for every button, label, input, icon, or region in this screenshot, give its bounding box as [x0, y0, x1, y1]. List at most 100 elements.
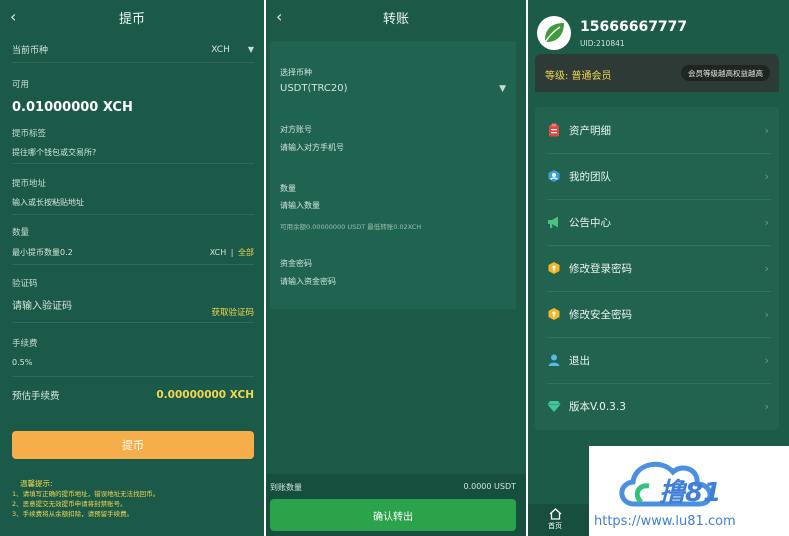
user-uid: UID:210841 — [580, 39, 625, 48]
tab-home[interactable]: 首页 — [548, 508, 562, 531]
menu-item-team[interactable]: 我的团队 › — [535, 153, 779, 199]
transfer-header: ‹ 转账 — [266, 0, 526, 34]
est-fee-row: 预估手续费 0.00000000 XCH — [12, 388, 254, 402]
tips-title: 温馨提示: — [20, 479, 53, 488]
fee-value: 0.5% — [12, 358, 33, 367]
account-label: 对方账号 — [280, 125, 312, 134]
menu-item-label: 版本V.0.3.3 — [569, 400, 626, 413]
qty-label: 数量 — [12, 228, 30, 238]
get-code-button[interactable]: 获取验证码 — [12, 306, 254, 318]
qty-row: 最小提币数量0.2 XCH | 全部 — [12, 247, 254, 258]
divider — [12, 264, 254, 265]
est-fee-label: 预估手续费 — [12, 391, 60, 402]
chevron-right-icon: › — [764, 123, 769, 137]
clipboard-icon — [547, 123, 561, 137]
back-icon[interactable]: ‹ — [10, 7, 16, 26]
menu-item-label: 资产明细 — [569, 124, 611, 137]
back-icon[interactable]: ‹ — [276, 7, 282, 26]
qty-unit: XCH — [209, 248, 227, 257]
menu-item-version[interactable]: 版本V.0.3.3 › — [535, 383, 779, 429]
divider — [12, 62, 254, 63]
transfer-panel: ‹ 转账 选择币种 USDT(TRC20) ▼ 对方账号 请输入对方手机号 数量… — [266, 0, 526, 536]
menu-item-assets[interactable]: 资产明细 › — [535, 107, 779, 153]
qty-label: 数量 — [280, 184, 296, 193]
tip-item: 3、手续费将从余额扣除，请预留手续费。 — [12, 510, 134, 518]
divider — [12, 376, 254, 377]
current-coin-label: 当前币种 — [12, 46, 49, 56]
withdraw-submit-button[interactable]: 提币 — [12, 431, 254, 459]
coin-select[interactable]: USDT(TRC20) ▼ — [280, 83, 506, 94]
confirm-transfer-button[interactable]: 确认转出 — [270, 499, 516, 531]
caret-down-icon: ▼ — [247, 45, 254, 54]
user-icon — [547, 353, 561, 367]
level-label: 等级: 普通会员 — [545, 71, 612, 82]
pwd-input[interactable]: 请输入资金密码 — [280, 276, 506, 287]
chevron-right-icon: › — [764, 353, 769, 367]
watermark-url: https://www.lu81.com — [594, 514, 736, 529]
diamond-icon — [547, 399, 561, 413]
tag-input[interactable]: 提往哪个钱包或交易所? — [12, 147, 254, 158]
level-card: 等级: 普通会员 会员等级越高权益越高 — [535, 54, 779, 92]
transfer-form: 选择币种 USDT(TRC20) ▼ 对方账号 请输入对方手机号 数量 请输入数… — [270, 41, 516, 309]
chevron-right-icon: › — [764, 307, 769, 321]
tip-item: 1、请填写正确的提币地址，错误地址无法找回币。 — [12, 490, 160, 498]
withdraw-panel: ‹ 提币 当前币种 XCH ▼ 可用 0.01000000 XCH 提币标签 提… — [0, 0, 264, 536]
arrive-row: 到账数量 0.0000 USDT — [270, 482, 516, 493]
menu-item-label: 我的团队 — [569, 170, 611, 183]
shield-key-icon — [547, 261, 561, 275]
qty-input[interactable]: 请输入数量 — [280, 200, 506, 211]
tips-block: 温馨提示: 1、请填写正确的提币地址，错误地址无法找回币。 2、恶意提交无效提币… — [12, 479, 159, 519]
menu-item-announcements[interactable]: 公告中心 › — [535, 199, 779, 245]
menu-item-security-password[interactable]: 修改安全密码 › — [535, 291, 779, 337]
megaphone-icon — [547, 215, 561, 229]
current-coin-value: XCH — [211, 44, 230, 55]
team-icon — [547, 169, 561, 183]
fee-label: 手续费 — [12, 339, 38, 349]
leaf-logo-icon — [545, 23, 564, 42]
qty-all-button[interactable]: 全部 — [238, 248, 254, 257]
qty-hint: 可用余额0.00000000 USDT 最低转账0.02XCH — [280, 223, 422, 231]
divider — [12, 163, 254, 164]
page-title: 转账 — [382, 11, 409, 27]
available-label: 可用 — [12, 80, 30, 90]
page-title: 提币 — [118, 11, 145, 27]
coin-select[interactable]: 当前币种 XCH ▼ — [12, 43, 254, 57]
chevron-right-icon: › — [764, 261, 769, 275]
menu-item-label: 公告中心 — [569, 216, 611, 229]
level-benefit-button[interactable]: 会员等级越高权益越高 — [681, 65, 770, 81]
est-fee-value: 0.00000000 XCH — [156, 389, 254, 401]
coin-value: USDT(TRC20) — [280, 83, 348, 94]
watermark-brand: 撸81 — [659, 478, 722, 508]
tab-home-label: 首页 — [548, 522, 562, 530]
arrive-label: 到账数量 — [270, 483, 302, 492]
profile-menu: 资产明细 › 我的团队 › 公告中心 › 修改登录密码 › 修改安全密码 › 退… — [535, 107, 779, 430]
watermark: 撸81 https://www.lu81.com — [589, 446, 789, 536]
available-value: 0.01000000 XCH — [12, 100, 133, 115]
chevron-right-icon: › — [764, 399, 769, 413]
coin-label: 选择币种 — [280, 68, 312, 77]
divider — [12, 322, 254, 323]
menu-item-logout[interactable]: 退出 › — [535, 337, 779, 383]
pwd-label: 资金密码 — [280, 259, 312, 268]
chevron-right-icon: › — [764, 215, 769, 229]
user-phone: 15666667777 — [580, 19, 688, 35]
home-icon — [549, 508, 561, 520]
caret-down-icon: ▼ — [499, 83, 506, 94]
code-label: 验证码 — [12, 279, 38, 289]
avatar[interactable] — [537, 16, 571, 50]
withdraw-header: ‹ 提币 — [0, 0, 264, 34]
address-input[interactable]: 输入或长按粘贴地址 — [12, 197, 254, 208]
arrive-value: 0.0000 USDT — [463, 482, 516, 491]
menu-item-login-password[interactable]: 修改登录密码 › — [535, 245, 779, 291]
menu-item-label: 修改安全密码 — [569, 308, 632, 321]
qty-input[interactable]: 最小提币数量0.2 — [12, 247, 73, 258]
menu-item-label: 修改登录密码 — [569, 262, 632, 275]
divider — [12, 214, 254, 215]
tip-item: 2、恶意提交无效提币申请将封禁账号。 — [12, 500, 127, 508]
address-label: 提币地址 — [12, 179, 47, 189]
shield-key-icon — [547, 307, 561, 321]
chevron-right-icon: › — [764, 169, 769, 183]
account-input[interactable]: 请输入对方手机号 — [280, 142, 506, 153]
menu-item-label: 退出 — [569, 354, 590, 367]
qty-divider: | — [230, 248, 234, 257]
